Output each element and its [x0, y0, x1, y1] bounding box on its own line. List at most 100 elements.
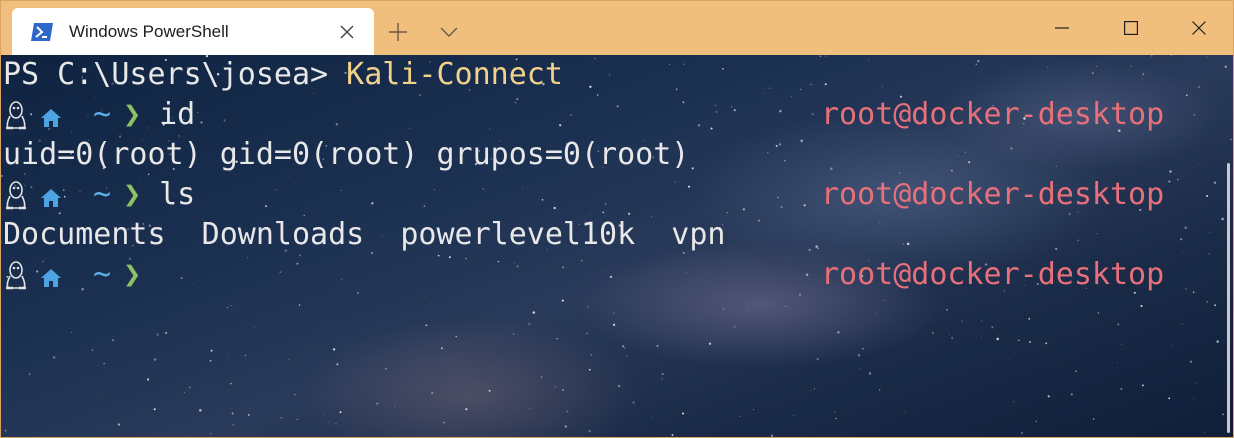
star: [288, 175, 290, 177]
star: [336, 363, 339, 366]
star: [541, 198, 544, 201]
close-window-button[interactable]: [1165, 1, 1233, 55]
star: [1186, 94, 1188, 97]
star: [1224, 65, 1227, 68]
star: [1230, 138, 1232, 141]
star: [1075, 370, 1077, 372]
new-tab-plus-icon[interactable]: [384, 18, 412, 46]
star: [780, 206, 783, 209]
zsh-prompt-line[interactable]: ~ ❯: [3, 257, 159, 293]
star: [153, 408, 156, 411]
star: [528, 323, 531, 326]
star: [784, 160, 786, 162]
star: [590, 354, 592, 356]
star: [1222, 413, 1224, 416]
star: [715, 104, 717, 106]
star: [529, 408, 531, 409]
star: [512, 333, 515, 335]
star: [830, 167, 833, 170]
star: [564, 425, 567, 428]
vertical-scrollbar[interactable]: [1227, 163, 1230, 433]
star: [23, 173, 26, 175]
star: [824, 55, 826, 57]
star: [681, 412, 685, 415]
star: [879, 389, 881, 391]
star: [1056, 165, 1058, 167]
star: [265, 205, 268, 208]
output-line: Documents Downloads powerlevel10k vpn: [3, 217, 726, 252]
star: [946, 308, 948, 311]
close-icon: [1192, 21, 1206, 35]
home-icon: [39, 183, 63, 207]
star: [1055, 247, 1058, 250]
star: [1206, 301, 1208, 303]
star: [862, 347, 864, 350]
star: [708, 342, 712, 345]
star: [1047, 395, 1050, 398]
minimize-icon: [1055, 27, 1069, 29]
zsh-prompt-line: ~ ❯ ls: [3, 177, 195, 213]
star: [875, 313, 877, 315]
star: [246, 256, 249, 259]
star: [1028, 317, 1031, 320]
title-bar[interactable]: Windows PowerShell: [1, 1, 1233, 55]
star: [688, 185, 691, 188]
star: [188, 386, 191, 389]
star: [958, 155, 959, 157]
star: [951, 336, 954, 339]
star: [981, 337, 982, 338]
star: [554, 385, 557, 388]
star: [810, 390, 812, 392]
zsh-prompt-line: ~ ❯ id: [3, 97, 195, 133]
output-line: uid=0(root) gid=0(root) grupos=0(root): [3, 137, 690, 172]
star: [324, 327, 326, 329]
star: [210, 349, 213, 352]
star: [609, 74, 611, 76]
star: [1170, 55, 1173, 57]
star: [497, 260, 500, 263]
star: [1201, 122, 1203, 124]
star: [1198, 164, 1200, 166]
maximize-button[interactable]: [1097, 1, 1165, 55]
star: [437, 254, 440, 257]
star: [1177, 179, 1179, 181]
star: [254, 326, 256, 328]
star: [902, 243, 904, 245]
chevron-down-icon[interactable]: [435, 18, 463, 46]
star: [210, 432, 212, 435]
star: [247, 414, 250, 416]
star: [28, 373, 31, 375]
star: [440, 347, 443, 350]
star: [546, 265, 548, 267]
star: [423, 205, 426, 207]
star: [209, 359, 212, 362]
star: [409, 127, 411, 129]
star: [95, 392, 97, 394]
star: [882, 86, 883, 88]
star: [562, 389, 564, 391]
star: [147, 173, 150, 176]
star: [1120, 343, 1122, 345]
ps-prompt-line: PS C:\Users\josea> Kali-Connect: [3, 57, 563, 93]
star: [570, 114, 572, 116]
star: [1189, 360, 1193, 363]
star: [52, 356, 56, 359]
star: [1117, 362, 1118, 363]
star: [800, 139, 803, 143]
command-kali-connect: Kali-Connect: [346, 57, 563, 92]
star: [1192, 291, 1195, 293]
star: [742, 208, 745, 211]
star: [813, 388, 816, 390]
home-icon: [39, 263, 63, 287]
star: [1206, 194, 1209, 198]
close-tab-icon[interactable]: [335, 20, 359, 44]
star: [758, 219, 760, 222]
star: [961, 320, 963, 322]
star: [561, 266, 565, 269]
minimize-button[interactable]: [1028, 1, 1096, 55]
terminal-content[interactable]: PS C:\Users\josea> Kali-Connect ~ ❯ id roo…: [1, 55, 1233, 437]
star: [183, 391, 185, 393]
tab-windows-powershell[interactable]: Windows PowerShell: [12, 8, 374, 55]
terminal-window: Windows PowerShell PS C:\Users\josea> Ka…: [0, 0, 1234, 438]
star: [418, 94, 421, 97]
